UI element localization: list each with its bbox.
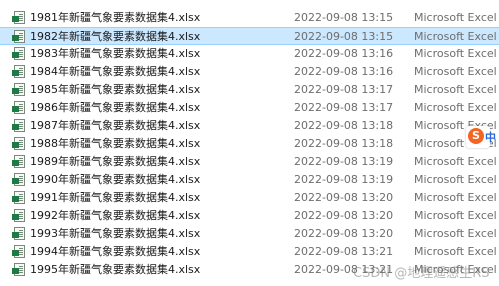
file-row[interactable]: 1981年新疆气象要素数据集4.xlsx 2022-09-08 13:15 Mi…: [0, 9, 499, 27]
file-name: 1988年新疆气象要素数据集4.xlsx: [30, 137, 201, 150]
file-date-modified: 2022-09-08 13:17: [294, 83, 394, 96]
file-date-modified: 2022-09-08 13:19: [294, 155, 394, 168]
excel-file-icon: [12, 245, 25, 258]
file-name: 1985年新疆气象要素数据集4.xlsx: [30, 83, 201, 96]
file-name: 1990年新疆气象要素数据集4.xlsx: [30, 173, 201, 186]
file-date-modified: 2022-09-08 13:20: [294, 191, 394, 204]
file-name: 1986年新疆气象要素数据集4.xlsx: [30, 101, 201, 114]
file-row[interactable]: 1987年新疆气象要素数据集4.xlsx 2022-09-08 13:18 Mi…: [0, 117, 499, 135]
excel-file-icon: [12, 137, 25, 150]
file-date-modified: 2022-09-08 13:19: [294, 173, 394, 186]
file-row[interactable]: 1985年新疆气象要素数据集4.xlsx 2022-09-08 13:17 Mi…: [0, 81, 499, 99]
sogou-ime-icon[interactable]: S 中: [466, 126, 496, 148]
file-name: 1983年新疆气象要素数据集4.xlsx: [30, 47, 201, 60]
file-type: Microsoft Excel ...: [414, 155, 499, 168]
file-name: 1992年新疆气象要素数据集4.xlsx: [30, 209, 201, 222]
file-name: 1994年新疆气象要素数据集4.xlsx: [30, 245, 201, 258]
file-list: 1981年新疆气象要素数据集4.xlsx 2022-09-08 13:15 Mi…: [0, 0, 499, 286]
watermark: CSDN @地理遥感生RS: [353, 266, 490, 281]
file-type: Microsoft Excel ...: [414, 101, 499, 114]
file-type: Microsoft Excel ...: [414, 227, 499, 240]
file-type: Microsoft Excel ...: [414, 83, 499, 96]
file-type: Microsoft Excel ...: [414, 191, 499, 204]
file-name: 1995年新疆气象要素数据集4.xlsx: [30, 263, 201, 276]
excel-file-icon: [12, 173, 25, 186]
excel-file-icon: [12, 191, 25, 204]
file-date-modified: 2022-09-08 13:21: [294, 245, 394, 258]
file-date-modified: 2022-09-08 13:18: [294, 137, 394, 150]
file-name: 1993年新疆气象要素数据集4.xlsx: [30, 227, 201, 240]
file-name: 1989年新疆气象要素数据集4.xlsx: [30, 155, 201, 168]
file-row[interactable]: 1994年新疆气象要素数据集4.xlsx 2022-09-08 13:21 Mi…: [0, 243, 499, 261]
ime-logo-letter: S: [468, 128, 484, 144]
file-row[interactable]: 1991年新疆气象要素数据集4.xlsx 2022-09-08 13:20 Mi…: [0, 189, 499, 207]
excel-file-icon: [12, 65, 25, 78]
file-type: Microsoft Excel ...: [414, 47, 499, 60]
file-date-modified: 2022-09-08 13:20: [294, 227, 394, 240]
file-date-modified: 2022-09-08 13:20: [294, 209, 394, 222]
file-date-modified: 2022-09-08 13:17: [294, 101, 394, 114]
excel-file-icon: [12, 155, 25, 168]
excel-file-icon: [12, 30, 25, 43]
file-row[interactable]: 1990年新疆气象要素数据集4.xlsx 2022-09-08 13:19 Mi…: [0, 171, 499, 189]
file-type: Microsoft Excel ...: [414, 245, 499, 258]
file-date-modified: 2022-09-08 13:16: [294, 47, 394, 60]
file-date-modified: 2022-09-08 13:15: [294, 11, 394, 24]
excel-file-icon: [12, 227, 25, 240]
excel-file-icon: [12, 83, 25, 96]
file-type: Microsoft Excel ...: [414, 209, 499, 222]
file-name: 1991年新疆气象要素数据集4.xlsx: [30, 191, 201, 204]
file-row[interactable]: 1984年新疆气象要素数据集4.xlsx 2022-09-08 13:16 Mi…: [0, 63, 499, 81]
file-name: 1984年新疆气象要素数据集4.xlsx: [30, 65, 201, 78]
file-type: Microsoft Excel ...: [414, 11, 499, 24]
file-name: 1981年新疆气象要素数据集4.xlsx: [30, 11, 201, 24]
excel-file-icon: [12, 119, 25, 132]
file-row[interactable]: 1988年新疆气象要素数据集4.xlsx 2022-09-08 13:18 Mi…: [0, 135, 499, 153]
file-date-modified: 2022-09-08 13:18: [294, 119, 394, 132]
file-name: 1987年新疆气象要素数据集4.xlsx: [30, 119, 201, 132]
file-date-modified: 2022-09-08 13:15: [294, 30, 394, 43]
excel-file-icon: [12, 209, 25, 222]
file-row-selected[interactable]: 1982年新疆气象要素数据集4.xlsx 2022-09-08 13:15 Mi…: [0, 27, 499, 45]
file-row[interactable]: 1989年新疆气象要素数据集4.xlsx 2022-09-08 13:19 Mi…: [0, 153, 499, 171]
file-row[interactable]: 1983年新疆气象要素数据集4.xlsx 2022-09-08 13:16 Mi…: [0, 45, 499, 63]
file-row[interactable]: 1992年新疆气象要素数据集4.xlsx 2022-09-08 13:20 Mi…: [0, 207, 499, 225]
file-row[interactable]: 1993年新疆气象要素数据集4.xlsx 2022-09-08 13:20 Mi…: [0, 225, 499, 243]
excel-file-icon: [12, 11, 25, 24]
excel-file-icon: [12, 47, 25, 60]
file-type: Microsoft Excel ...: [414, 65, 499, 78]
file-name: 1982年新疆气象要素数据集4.xlsx: [30, 30, 201, 43]
ime-mode-indicator: 中: [485, 131, 496, 144]
excel-file-icon: [12, 263, 25, 276]
excel-file-icon: [12, 101, 25, 114]
file-date-modified: 2022-09-08 13:16: [294, 65, 394, 78]
file-type: Microsoft Excel ...: [414, 30, 499, 43]
file-row[interactable]: 1986年新疆气象要素数据集4.xlsx 2022-09-08 13:17 Mi…: [0, 99, 499, 117]
file-type: Microsoft Excel ...: [414, 173, 499, 186]
